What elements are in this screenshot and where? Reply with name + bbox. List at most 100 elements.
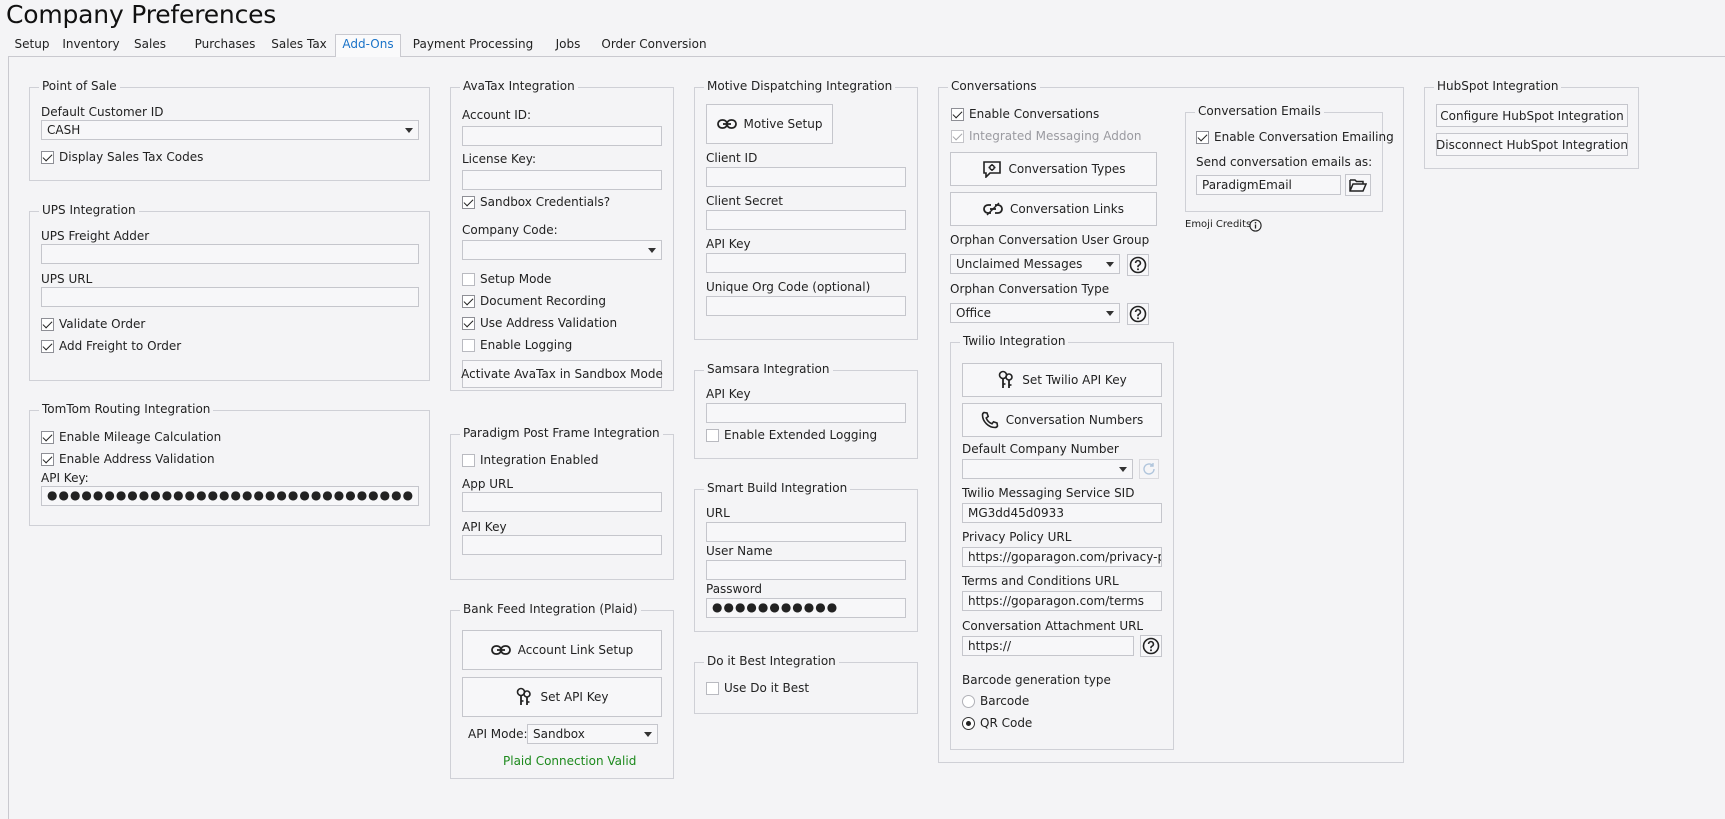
extended-logging-checkbox[interactable]: Enable Extended Logging bbox=[706, 428, 877, 442]
link-icon bbox=[983, 202, 1003, 216]
terms-url-input[interactable]: https://goparagon.com/terms bbox=[962, 591, 1162, 611]
password-label: Password bbox=[706, 582, 763, 596]
default-company-number-dropdown[interactable] bbox=[962, 459, 1133, 479]
refresh-icon bbox=[1143, 463, 1155, 475]
company-code-dropdown[interactable] bbox=[462, 240, 662, 260]
password-input[interactable]: ●●●●●●●●●●● bbox=[706, 598, 906, 618]
orphan-group-help-button[interactable] bbox=[1127, 254, 1149, 276]
samsara-integration-group: Samsara Integration API Key Enable Exten… bbox=[694, 362, 918, 459]
checkbox-checked-icon bbox=[951, 107, 964, 121]
messaging-service-sid-input[interactable]: MG3dd45d0933 bbox=[962, 503, 1162, 523]
integration-enabled-checkbox[interactable]: Integration Enabled bbox=[462, 453, 598, 467]
do-it-best-integration-group: Do it Best Integration Use Do it Best bbox=[694, 654, 918, 714]
motive-api-key-label: API Key bbox=[706, 237, 751, 251]
api-mode-dropdown[interactable]: Sandbox bbox=[527, 724, 658, 744]
checkbox-checked-icon bbox=[41, 452, 54, 466]
add-freight-checkbox[interactable]: Add Freight to Order bbox=[41, 339, 181, 353]
checkbox-label: Add Freight to Order bbox=[59, 339, 182, 353]
tab-jobs[interactable]: Jobs bbox=[548, 35, 588, 57]
set-api-key-button[interactable]: Set API Key bbox=[462, 677, 662, 717]
barcode-radio[interactable]: Barcode bbox=[962, 694, 1029, 708]
display-sales-tax-checkbox[interactable]: Display Sales Tax Codes bbox=[41, 150, 203, 164]
samsara-api-key-input[interactable] bbox=[706, 403, 906, 423]
motive-integration-group: Motive Dispatching Integration Motive Se… bbox=[694, 79, 918, 340]
send-as-input[interactable]: ParadigmEmail bbox=[1196, 175, 1341, 195]
setup-mode-checkbox[interactable]: Setup Mode bbox=[462, 272, 551, 286]
tab-purchases[interactable]: Purchases bbox=[192, 35, 258, 57]
group-title: Do it Best Integration bbox=[704, 654, 839, 668]
checkbox-checked-icon bbox=[462, 294, 475, 308]
button-label: Set API Key bbox=[540, 690, 609, 704]
account-id-input[interactable] bbox=[462, 126, 662, 146]
qr-code-radio[interactable]: QR Code bbox=[962, 716, 1032, 730]
enable-logging-checkbox[interactable]: Enable Logging bbox=[462, 338, 572, 352]
client-id-input[interactable] bbox=[706, 167, 906, 187]
default-customer-dropdown[interactable]: CASH bbox=[41, 120, 419, 140]
document-recording-checkbox[interactable]: Document Recording bbox=[462, 294, 606, 308]
motive-setup-button[interactable]: Motive Setup bbox=[706, 104, 833, 144]
checkbox-unchecked-icon bbox=[462, 453, 475, 467]
privacy-policy-url-input[interactable]: https://goparagon.com/privacy-policy bbox=[962, 547, 1162, 567]
enable-mileage-checkbox[interactable]: Enable Mileage Calculation bbox=[41, 430, 221, 444]
attachment-url-input[interactable]: https:// bbox=[962, 636, 1134, 656]
checkbox-label: Enable Logging bbox=[480, 338, 573, 352]
account-link-setup-button[interactable]: Account Link Setup bbox=[462, 630, 662, 670]
use-address-validation-checkbox[interactable]: Use Address Validation bbox=[462, 316, 617, 330]
license-key-input[interactable] bbox=[462, 170, 662, 190]
tab-order-conversion[interactable]: Order Conversion bbox=[598, 35, 710, 57]
activate-avatax-sandbox-button[interactable]: Activate AvaTax in Sandbox Mode bbox=[461, 360, 663, 388]
sandbox-credentials-checkbox[interactable]: Sandbox Credentials? bbox=[462, 195, 610, 209]
tomtom-api-key-input[interactable]: ●●●●●●●●●●●●●●●●●●●●●●●●●●●●●●●● bbox=[41, 486, 419, 506]
enable-conversations-checkbox[interactable]: Enable Conversations bbox=[951, 107, 1099, 121]
orphan-group-dropdown[interactable]: Unclaimed Messages bbox=[950, 254, 1120, 274]
tab-setup[interactable]: Setup bbox=[8, 35, 56, 57]
tab-add-ons[interactable]: Add-Ons bbox=[335, 34, 401, 58]
tab-payment-processing[interactable]: Payment Processing bbox=[409, 35, 537, 57]
info-icon[interactable] bbox=[1249, 219, 1262, 232]
ups-url-input[interactable] bbox=[41, 287, 419, 307]
org-code-label: Unique Org Code (optional) bbox=[706, 280, 871, 294]
use-do-it-best-checkbox[interactable]: Use Do it Best bbox=[706, 681, 809, 695]
checkbox-label: Display Sales Tax Codes bbox=[59, 150, 204, 164]
send-as-label: Send conversation emails as: bbox=[1196, 155, 1373, 169]
conversation-numbers-button[interactable]: Conversation Numbers bbox=[962, 403, 1162, 437]
conversation-links-button[interactable]: Conversation Links bbox=[950, 192, 1157, 226]
enable-conversation-emailing-checkbox[interactable]: Enable Conversation Emailing bbox=[1196, 130, 1394, 144]
disconnect-hubspot-button[interactable]: Disconnect HubSpot Integration bbox=[1436, 133, 1628, 156]
app-url-input[interactable] bbox=[462, 492, 662, 512]
user-name-input[interactable] bbox=[706, 560, 906, 580]
client-secret-input[interactable] bbox=[706, 210, 906, 230]
enable-address-validation-checkbox[interactable]: Enable Address Validation bbox=[41, 452, 215, 466]
button-label: Account Link Setup bbox=[517, 643, 634, 657]
integrated-messaging-checkbox[interactable]: Integrated Messaging Addon bbox=[951, 129, 1141, 143]
validate-order-checkbox[interactable]: Validate Order bbox=[41, 317, 145, 331]
orphan-type-dropdown[interactable]: Office bbox=[950, 303, 1120, 323]
checkbox-unchecked-icon bbox=[462, 338, 475, 352]
orphan-type-help-button[interactable] bbox=[1127, 303, 1149, 325]
set-twilio-api-key-button[interactable]: Set Twilio API Key bbox=[962, 363, 1162, 397]
help-icon bbox=[1129, 256, 1147, 274]
motive-api-key-input[interactable] bbox=[706, 253, 906, 273]
configure-hubspot-button[interactable]: Configure HubSpot Integration bbox=[1436, 104, 1628, 127]
group-title: Smart Build Integration bbox=[704, 481, 851, 495]
checkbox-label: Validate Order bbox=[59, 317, 146, 331]
attachment-url-help-button[interactable] bbox=[1140, 635, 1162, 657]
smart-build-url-input[interactable] bbox=[706, 522, 906, 542]
dropdown-value: Office bbox=[956, 306, 992, 320]
folder-open-icon bbox=[1349, 179, 1367, 192]
post-frame-api-key-input[interactable] bbox=[462, 535, 662, 555]
org-code-input[interactable] bbox=[706, 296, 906, 316]
conversation-types-button[interactable]: Conversation Types bbox=[950, 152, 1157, 186]
tab-sales[interactable]: Sales bbox=[126, 35, 174, 57]
browse-folder-button[interactable] bbox=[1345, 174, 1371, 196]
help-icon bbox=[1142, 637, 1160, 655]
ups-freight-adder-input[interactable] bbox=[41, 244, 419, 264]
group-title: Motive Dispatching Integration bbox=[704, 79, 896, 93]
tab-inventory[interactable]: Inventory bbox=[58, 35, 124, 57]
checkbox-label: Sandbox Credentials? bbox=[480, 195, 611, 209]
emoji-credits-link[interactable]: Emoji Credits bbox=[1185, 219, 1251, 230]
tab-sales-tax[interactable]: Sales Tax bbox=[266, 35, 332, 57]
smart-build-integration-group: Smart Build Integration URL User Name Pa… bbox=[694, 481, 918, 632]
plaid-status-text: Plaid Connection Valid bbox=[503, 754, 637, 768]
refresh-numbers-button[interactable] bbox=[1139, 459, 1159, 479]
